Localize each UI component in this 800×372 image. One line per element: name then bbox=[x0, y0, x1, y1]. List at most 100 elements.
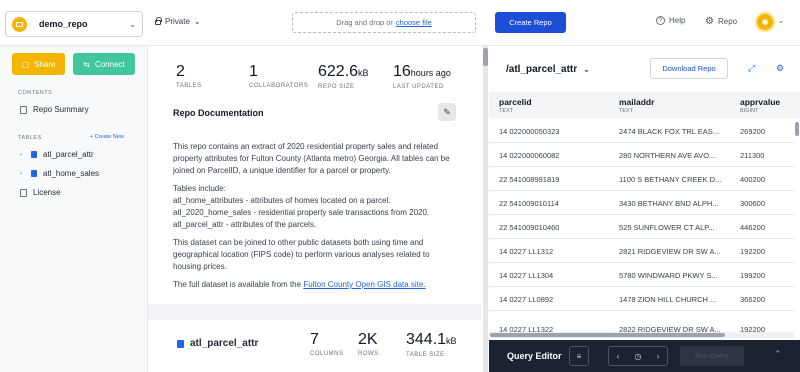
table-row[interactable]: 14 0227 LL0892 1478 ZION HILL CHURCH ... 3… bbox=[489, 287, 794, 311]
avatar[interactable]: ◉ bbox=[755, 12, 775, 32]
column-type: TEXT bbox=[619, 108, 634, 114]
main-scrollbar[interactable] bbox=[483, 46, 488, 372]
table-horizontal-scrollbar[interactable] bbox=[489, 332, 794, 338]
table-cell: 22 541009010114 bbox=[499, 199, 559, 208]
chevron-right-icon[interactable]: › bbox=[20, 152, 22, 158]
table-name[interactable]: atl_parcel_attr bbox=[190, 338, 258, 349]
table-cell: 5780 WINDWARD PKWY S... bbox=[619, 271, 718, 280]
column-header[interactable]: apprvalue BIGINT bbox=[740, 97, 780, 114]
table-cell: 2474 BLACK FOX TRL EAS... bbox=[619, 127, 720, 136]
query-editor-bar[interactable]: Query Editor ≡ ‹ ◷ › Run Query ⌃ bbox=[489, 340, 800, 372]
documentation-title: Repo Documentation bbox=[173, 108, 264, 118]
table-cell: 192200 bbox=[740, 247, 766, 256]
table-icon bbox=[177, 340, 184, 348]
chevron-down-icon[interactable]: ⌄ bbox=[778, 17, 784, 25]
edit-button[interactable]: ✎ bbox=[438, 103, 456, 121]
help-label: Help bbox=[669, 16, 686, 25]
column-name: apprvalue bbox=[740, 97, 781, 107]
column-header[interactable]: mailaddr TEXT bbox=[619, 97, 654, 114]
stat-rows: 2K ROWS bbox=[358, 332, 379, 358]
visibility-dropdown[interactable]: Private ⌄ bbox=[155, 17, 201, 26]
table-cell: 14 0227 LL0892 bbox=[499, 295, 554, 304]
repo-label: Repo bbox=[717, 17, 738, 26]
share-label: Share bbox=[34, 59, 56, 69]
scrollbar-thumb[interactable] bbox=[490, 333, 725, 337]
stat-repo-size: 622.6kB REPO SIZE bbox=[318, 63, 369, 91]
stat-value: 622.6 bbox=[318, 63, 359, 80]
stat-label: REPO SIZE bbox=[318, 84, 355, 90]
gis-data-link[interactable]: Fulton County Open GIS data site. bbox=[303, 280, 425, 289]
list-icon: ≡ bbox=[576, 351, 582, 361]
sidebar-item-license[interactable]: License bbox=[20, 188, 61, 197]
doc-paragraph: atl_parcel_attr - attributes of the parc… bbox=[173, 220, 317, 229]
create-new-table-link[interactable]: + Create New bbox=[90, 134, 124, 140]
stat-table-size: 344.1kB TABLE SIZE bbox=[406, 331, 457, 359]
table-cell: 14 0227 LL1304 bbox=[499, 271, 554, 280]
table-row[interactable]: 14 0227 LL1322 2822 RIDGEVIEW DR SW A... 1… bbox=[489, 311, 794, 334]
table-icon bbox=[31, 151, 37, 158]
share-button[interactable]: ▢ Share bbox=[12, 53, 65, 75]
clock-icon[interactable]: ◷ bbox=[635, 352, 642, 361]
choose-file-link[interactable]: choose file bbox=[396, 18, 432, 27]
scrollbar-thumb[interactable] bbox=[795, 122, 799, 136]
stat-unit: kB bbox=[446, 336, 457, 346]
format-query-button[interactable]: ≡ bbox=[569, 346, 589, 366]
table-cell: 14 0227 LL1312 bbox=[499, 247, 554, 256]
table-row[interactable]: 22 541008991819 1100 S BETHANY CREEK D...… bbox=[489, 167, 794, 191]
stat-value: 16 bbox=[393, 63, 411, 80]
expand-icon[interactable]: ⤢ bbox=[748, 63, 755, 74]
stat-label: ROWS bbox=[358, 351, 379, 357]
table-row[interactable]: 14 022000050323 2474 BLACK FOX TRL EAS...… bbox=[489, 119, 794, 143]
file-drop-zone[interactable]: Drag and drop or choose file bbox=[292, 12, 476, 33]
settings-icon[interactable]: ⚙ bbox=[776, 63, 784, 74]
chevron-right-icon[interactable]: › bbox=[657, 352, 660, 361]
help-link[interactable]: ? Help bbox=[656, 16, 685, 25]
table-row[interactable]: 14 0227 LL1304 5780 WINDWARD PKWY S... 199… bbox=[489, 263, 794, 287]
repo-settings-link[interactable]: ⚙ Repo bbox=[705, 16, 737, 27]
run-query-button[interactable]: Run Query bbox=[680, 346, 744, 366]
gear-icon: ⚙ bbox=[705, 16, 714, 27]
doc-paragraph: atl_home_attributes - attributes of home… bbox=[173, 196, 391, 205]
chevron-up-icon[interactable]: ⌃ bbox=[774, 349, 782, 360]
doc-text: The full dataset is available from the bbox=[173, 280, 302, 289]
chevron-right-icon[interactable]: › bbox=[20, 171, 22, 177]
stat-value: 2 bbox=[176, 63, 185, 80]
doc-paragraph: Tables include: bbox=[173, 184, 226, 193]
create-repo-button[interactable]: Create Repo bbox=[495, 12, 566, 33]
sidebar-item-table[interactable]: › atl_parcel_attr bbox=[20, 150, 94, 159]
sidebar-item-label: Repo Summary bbox=[33, 105, 89, 114]
table-row[interactable]: 22 541009010114 3430 BETHANY BND ALPH... 3… bbox=[489, 191, 794, 215]
table-vertical-scrollbar[interactable] bbox=[795, 120, 799, 320]
stat-value: 344.1 bbox=[406, 331, 447, 348]
column-header[interactable]: parcelid TEXT bbox=[499, 97, 532, 114]
sidebar-item-table[interactable]: › atl_home_sales bbox=[20, 169, 99, 178]
table-cell: 22 541008991819 bbox=[499, 175, 560, 184]
documentation-body: This repo contains an extract of 2020 re… bbox=[173, 141, 458, 297]
table-cell: 446200 bbox=[740, 223, 766, 232]
preview-table-selector[interactable]: /atl_parcel_attr ⌄ bbox=[506, 64, 590, 75]
repo-selector[interactable]: demo_repo ⌄ bbox=[5, 11, 143, 37]
sidebar-item-repo-summary[interactable]: Repo Summary bbox=[20, 105, 89, 114]
table-row[interactable]: 14 022000060082 280 NORTHERN AVE AVO... 21… bbox=[489, 143, 794, 167]
chevron-left-icon[interactable]: ‹ bbox=[617, 352, 620, 361]
column-name: parcelid bbox=[499, 97, 532, 107]
table-cell: 400200 bbox=[740, 175, 766, 184]
stat-label: COLLABORATORS bbox=[249, 83, 309, 89]
connect-button[interactable]: ⇆ Connect bbox=[73, 53, 135, 75]
table-row[interactable]: 22 541009010460 525 SUNFLOWER CT ALP... 44… bbox=[489, 215, 794, 239]
repo-name: demo_repo bbox=[39, 19, 88, 29]
scrollbar-thumb[interactable] bbox=[483, 48, 488, 66]
stat-label: COLUMNS bbox=[310, 351, 344, 357]
table-row[interactable]: 14 0227 LL1312 2821 RIDGEVIEW DR SW A... 1… bbox=[489, 239, 794, 263]
stat-last-updated: 16hours ago LAST UPDATED bbox=[393, 63, 451, 91]
top-bar: demo_repo ⌄ Private ⌄ Drag and drop or c… bbox=[0, 0, 800, 46]
table-cell: 2821 RIDGEVIEW DR SW A... bbox=[619, 247, 721, 256]
contents-heading: CONTENTS bbox=[18, 90, 53, 96]
sidebar: ▢ Share ⇆ Connect CONTENTS Repo Summary … bbox=[0, 46, 148, 372]
column-name: mailaddr bbox=[619, 97, 655, 107]
table-cell: 14 022000050323 bbox=[499, 127, 560, 136]
sidebar-item-label: atl_home_sales bbox=[43, 169, 100, 178]
lock-icon bbox=[155, 17, 162, 25]
table-cell: 22 541009010460 bbox=[499, 223, 560, 232]
download-repo-button[interactable]: Download Repo bbox=[650, 58, 728, 79]
